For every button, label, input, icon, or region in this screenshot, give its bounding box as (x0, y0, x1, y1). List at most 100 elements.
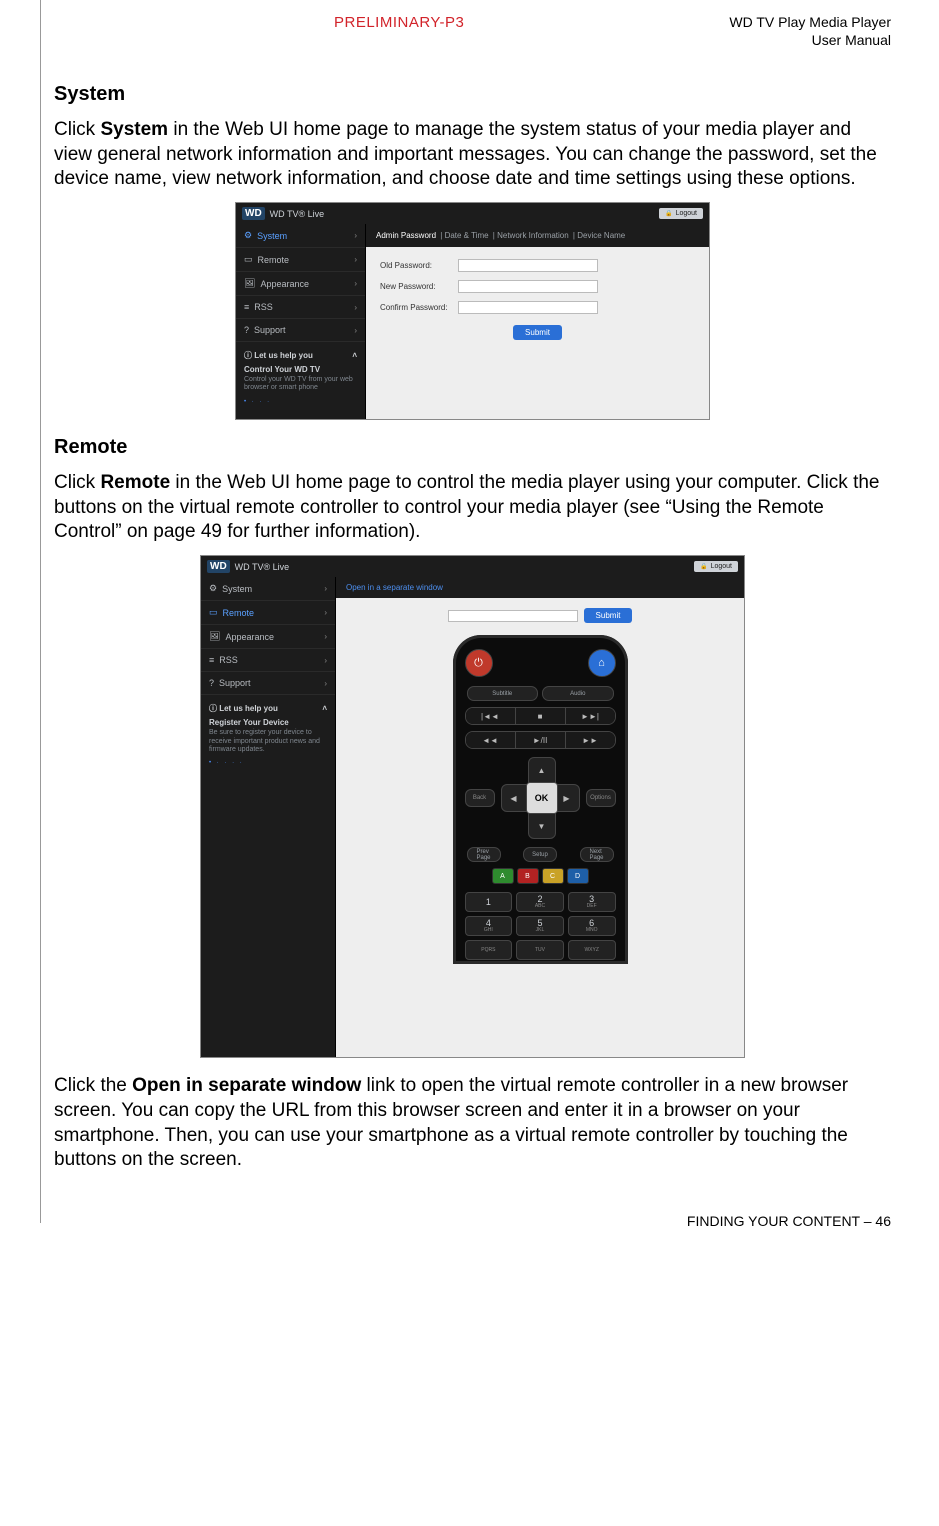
submit-button[interactable]: Submit (513, 325, 562, 340)
brand-text: WD TV® Live (270, 209, 324, 219)
main-panel: Admin Password | Date & Time | Network I… (366, 224, 709, 419)
color-d-button[interactable]: D (567, 868, 589, 884)
num-5[interactable]: 5JKL (516, 916, 564, 936)
num-8[interactable]: TUV (516, 940, 564, 960)
brand-tag: WD (242, 207, 265, 220)
virtual-remote: ⏻ ⌂ Subtitle Audio |◄◄ ■ ►►| ◄◄ ►/II (453, 635, 628, 964)
num-3[interactable]: 3DEF (568, 892, 616, 912)
num-4[interactable]: 4GHI (465, 916, 513, 936)
sidebar-item-rss[interactable]: ≡RSS› (201, 649, 335, 672)
preliminary-stamp: PRELIMINARY-P3 (334, 14, 464, 31)
chevron-right-icon: › (354, 231, 357, 240)
chevron-right-icon: › (324, 656, 327, 665)
brand-tag: WD (207, 560, 230, 573)
prev-track-button[interactable]: |◄◄ (466, 708, 516, 724)
tab-bar: Admin Password | Date & Time | Network I… (366, 224, 709, 247)
margin-rule (40, 0, 41, 1223)
url-input[interactable] (448, 610, 578, 622)
subtitle-button[interactable]: Subtitle (467, 686, 539, 701)
help-icon: ? (244, 325, 249, 335)
home-button[interactable]: ⌂ (588, 649, 616, 677)
gear-icon: ⚙ (209, 583, 217, 594)
tab-date-time[interactable]: Date & Time (445, 231, 489, 240)
tab-network-info[interactable]: Network Information (497, 231, 569, 240)
rewind-button[interactable]: ◄◄ (466, 732, 516, 748)
num-2[interactable]: 2ABC (516, 892, 564, 912)
next-page-button[interactable]: Next Page (580, 847, 614, 862)
gear-icon: ⚙ (244, 230, 252, 241)
play-pause-button[interactable]: ►/II (516, 732, 566, 748)
sidebar-item-appearance[interactable]: 🖼Appearance› (236, 272, 365, 296)
new-password-input[interactable] (458, 280, 598, 293)
header-right: WD TV Play Media Player User Manual (729, 14, 891, 49)
number-pad: 1 2ABC 3DEF 4GHI 5JKL 6MNO PQRS TUV WXYZ (465, 892, 616, 960)
next-track-button[interactable]: ►►| (566, 708, 615, 724)
setup-button[interactable]: Setup (523, 847, 557, 862)
remote-icon: ▭ (244, 254, 253, 265)
sidebar-item-system[interactable]: ⚙System› (236, 224, 365, 248)
num-1[interactable]: 1 (465, 892, 513, 912)
chevron-right-icon: › (354, 255, 357, 264)
dpad: ▲ ▼ ◀ ▶ OK (501, 757, 580, 839)
chevron-right-icon: › (324, 632, 327, 641)
picture-icon: 🖼 (244, 278, 255, 289)
dpad-up[interactable]: ▲ (528, 757, 556, 783)
chevron-right-icon: › (324, 679, 327, 688)
pager-dots: • · · · · (209, 760, 327, 766)
num-7[interactable]: PQRS (465, 940, 513, 960)
sidebar-item-support[interactable]: ?Support› (201, 672, 335, 695)
page-footer: FINDING YOUR CONTENT – 46 (54, 1213, 891, 1229)
logout-button[interactable]: Logout (694, 561, 738, 572)
open-separate-paragraph: Click the Open in separate window link t… (54, 1074, 891, 1173)
sidebar-item-rss[interactable]: ≡RSS› (236, 296, 365, 319)
prev-page-button[interactable]: Prev Page (467, 847, 501, 862)
color-c-button[interactable]: C (542, 868, 564, 884)
dpad-left[interactable]: ◀ (501, 784, 527, 812)
options-button[interactable]: Options (586, 789, 616, 807)
picture-icon: 🖼 (209, 631, 220, 642)
sidebar-item-system[interactable]: ⚙System› (201, 577, 335, 601)
rss-icon: ≡ (244, 302, 249, 312)
dpad-ok[interactable]: OK (526, 782, 558, 814)
open-separate-link[interactable]: Open in a separate window (336, 577, 744, 598)
confirm-password-input[interactable] (458, 301, 598, 314)
logout-button[interactable]: Logout (659, 208, 703, 219)
chevron-right-icon: › (354, 279, 357, 288)
section-system-title: System (54, 83, 891, 106)
section-remote-body: Click Remote in the Web UI home page to … (54, 471, 891, 545)
chevron-right-icon: › (354, 326, 357, 335)
tab-admin-password[interactable]: Admin Password (376, 231, 436, 240)
color-a-button[interactable]: A (492, 868, 514, 884)
back-button[interactable]: Back (465, 789, 495, 807)
color-b-button[interactable]: B (517, 868, 539, 884)
brand-logo: WD WD TV® Live (242, 207, 324, 220)
sidebar-item-support[interactable]: ?Support› (236, 319, 365, 342)
num-6[interactable]: 6MNO (568, 916, 616, 936)
skip-row: |◄◄ ■ ►►| (465, 707, 616, 725)
old-password-label: Old Password: (380, 261, 458, 270)
sidebar-item-remote[interactable]: ▭Remote› (236, 248, 365, 272)
chevron-right-icon: › (324, 584, 327, 593)
audio-button[interactable]: Audio (542, 686, 614, 701)
stop-button[interactable]: ■ (516, 708, 566, 724)
dpad-down[interactable]: ▼ (528, 813, 556, 839)
brand-text: WD TV® Live (235, 562, 289, 572)
chevron-up-icon: ˄ (322, 704, 327, 713)
submit-button[interactable]: Submit (584, 608, 633, 623)
fast-forward-button[interactable]: ►► (566, 732, 615, 748)
section-system-body: Click System in the Web UI home page to … (54, 118, 891, 192)
sidebar-item-appearance[interactable]: 🖼Appearance› (201, 625, 335, 649)
brand-logo: WD WD TV® Live (207, 560, 289, 573)
chevron-right-icon: › (324, 608, 327, 617)
num-9[interactable]: WXYZ (568, 940, 616, 960)
old-password-input[interactable] (458, 259, 598, 272)
new-password-label: New Password: (380, 282, 458, 291)
page-header: PRELIMINARY-P3 WD TV Play Media Player U… (54, 14, 891, 49)
section-remote-title: Remote (54, 436, 891, 459)
power-button[interactable]: ⏻ (465, 649, 493, 677)
chevron-up-icon: ˄ (352, 351, 357, 360)
tab-device-name[interactable]: Device Name (577, 231, 625, 240)
sidebar-help-box: ⓘ Let us help you˄ Register Your Device … (201, 695, 335, 774)
sidebar-item-remote[interactable]: ▭Remote› (201, 601, 335, 625)
sidebar: ⚙System› ▭Remote› 🖼Appearance› ≡RSS› ?Su… (236, 224, 366, 419)
